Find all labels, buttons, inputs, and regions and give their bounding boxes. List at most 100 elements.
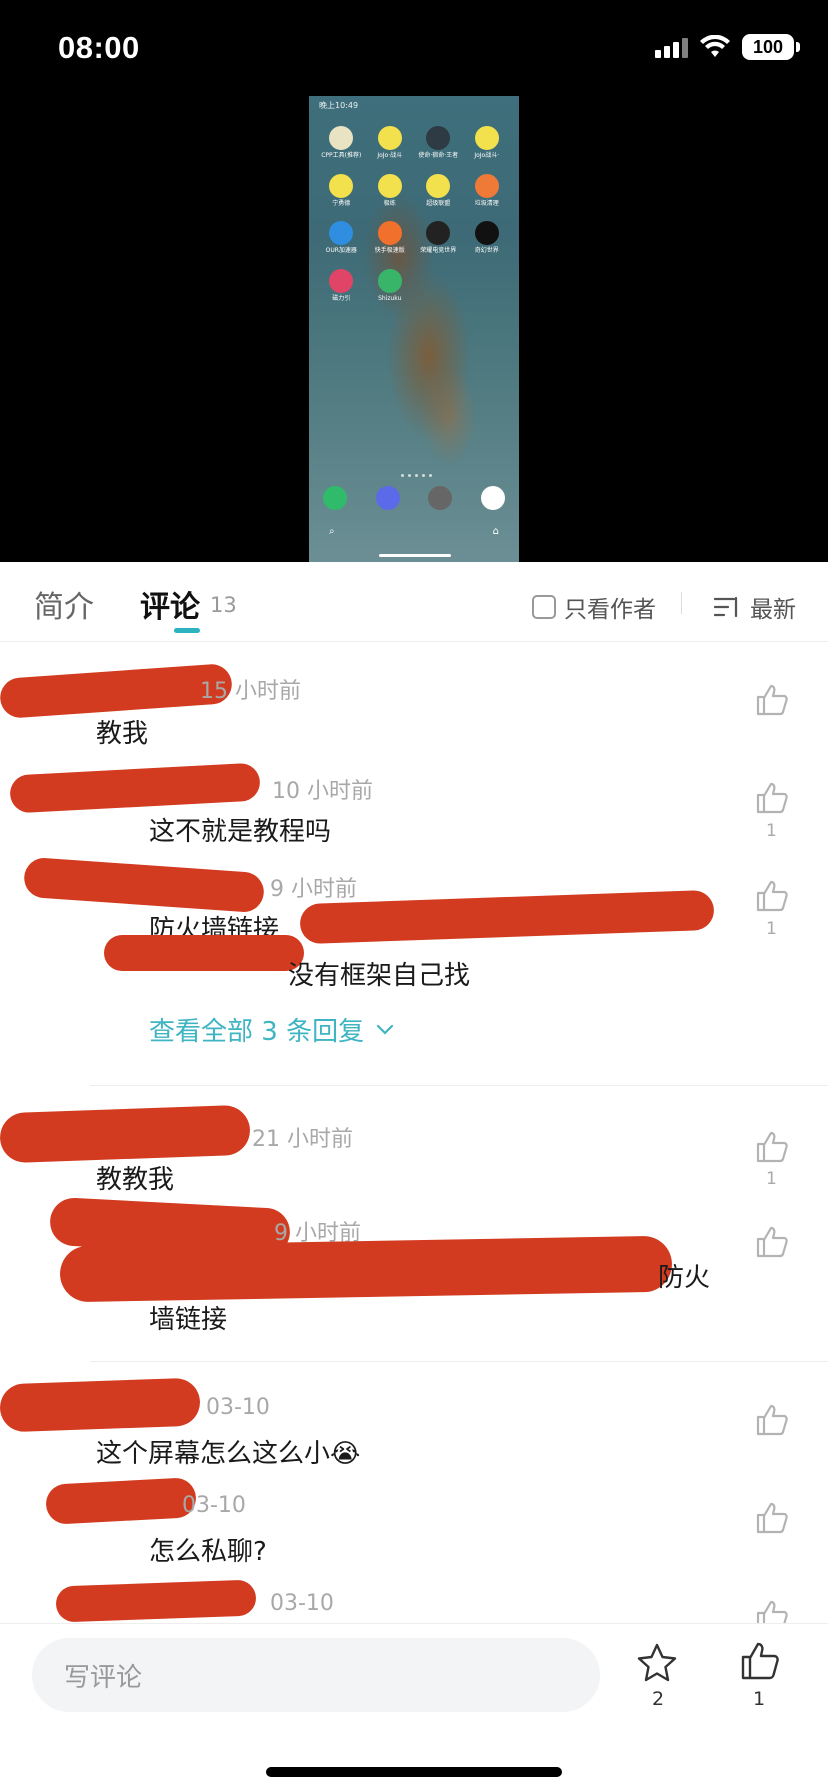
video-app-icon: Shizuku — [366, 268, 415, 303]
video-home-indicator — [379, 554, 451, 557]
app-label: 超级联盟 — [426, 199, 451, 207]
video-app-icon: CPP工具(推荐) — [317, 126, 366, 160]
like-icon[interactable] — [754, 1403, 790, 1437]
bottom-bar: 写评论 2 1 — [0, 1623, 828, 1792]
comment-input[interactable]: 写评论 — [32, 1638, 600, 1712]
like-icon[interactable] — [754, 1599, 790, 1623]
redaction-mark — [104, 935, 304, 971]
redaction-mark — [0, 662, 234, 720]
video-app-icon: OUR加速器 — [317, 221, 366, 255]
video-app-icon: 超级联盟 — [414, 173, 463, 208]
redaction-mark — [299, 889, 715, 945]
video-app-icon: JoJo·战斗 — [366, 126, 415, 160]
like-icon[interactable] — [754, 683, 790, 717]
app-icon — [329, 173, 354, 198]
tab-active-indicator — [174, 628, 200, 633]
dock-app-icon — [428, 486, 453, 510]
like-icon[interactable] — [754, 1225, 790, 1259]
like-icon[interactable] — [754, 1501, 790, 1535]
comment-text: 教我 — [96, 719, 149, 749]
battery-icon: 100 — [742, 34, 800, 60]
dock-app-icon — [480, 486, 505, 510]
comment-divider — [90, 1361, 828, 1362]
comment-text: 防火 — [658, 1263, 711, 1293]
author-only-toggle[interactable]: 只看作者 — [532, 590, 656, 624]
app-icon — [377, 173, 402, 198]
app-label: 奇幻世界 — [474, 247, 499, 255]
thumbs-up-icon[interactable] — [738, 1640, 780, 1682]
app-label: 宁勇德 — [332, 199, 351, 207]
comment-meta: 9 小时前 — [270, 877, 357, 902]
comment-text-line2: 没有框架自己找 — [288, 961, 471, 991]
author-only-label: 只看作者 — [564, 597, 656, 623]
app-icon — [329, 221, 354, 246]
video-app-icon: 磁力引 — [317, 268, 366, 303]
redaction-mark — [55, 1579, 257, 1623]
search-icon: ⌕ — [329, 526, 335, 537]
comment-meta: 03-10 — [182, 1493, 246, 1518]
app-label: 垃圾清理 — [474, 199, 499, 207]
app-icon — [377, 126, 402, 150]
redaction-mark — [59, 1235, 673, 1303]
app-label: CPP工具(推荐) — [321, 152, 362, 159]
video-app-icon: 极练 — [366, 173, 415, 208]
author-only-checkbox[interactable] — [532, 595, 556, 619]
video-app-grid: CPP工具(推荐) JoJo·战斗 使命·宿命·王者 JoJo战斗· 宁勇德 极练 超级联盟… — [317, 126, 511, 302]
comment-meta: 15 小时前 — [200, 679, 301, 704]
comment-text: 教教我 — [96, 1165, 175, 1195]
comments-count: 13 — [210, 593, 237, 617]
like-count: 1 — [766, 821, 777, 841]
redaction-mark — [9, 762, 261, 814]
view-all-replies-label: 查看全部 3 条回复 — [149, 1017, 365, 1047]
comment-text: 这个屏幕怎么这么小😭 — [96, 1439, 361, 1469]
view-all-replies-link[interactable]: 查看全部 3 条回复 — [149, 1011, 394, 1048]
dock-app-icon — [375, 486, 400, 510]
app-label: 磁力引 — [332, 294, 351, 302]
comment-list: 15 小时前 教我 10 小时前 这不就是教程吗 1 9 小时前 防火墙链接 没… — [0, 643, 828, 1623]
app-icon — [329, 268, 354, 293]
video-app-icon: 使命·宿命·王者 — [414, 126, 463, 160]
chevron-down-icon — [376, 1024, 394, 1035]
wifi-icon — [700, 35, 730, 57]
tab-bar: 简介 评论 13 只看作者 最新 — [0, 562, 828, 642]
star-icon[interactable] — [636, 1642, 678, 1684]
app-label: 荣耀电竞世界 — [420, 247, 457, 255]
divider — [681, 592, 682, 614]
sort-button[interactable]: 最新 — [714, 590, 796, 624]
page-dots — [401, 474, 432, 477]
app-label: 使命·宿命·王者 — [418, 152, 459, 159]
comment-divider — [90, 1085, 828, 1086]
signal-icon — [655, 36, 688, 58]
status-time: 08:00 — [58, 30, 140, 65]
tab-comments[interactable]: 评论 — [140, 582, 200, 626]
app-label: 快手极速版 — [374, 247, 405, 255]
app-icon — [377, 268, 402, 293]
video-app-icon: 宁勇德 — [317, 173, 366, 208]
like-icon[interactable] — [754, 879, 790, 913]
video-app-icon: JoJo战斗· — [463, 126, 512, 160]
app-icon — [426, 126, 451, 150]
likes-count: 1 — [753, 1688, 766, 1710]
video-area: 08:00 100 晚上10:49 CPP工具(推荐) JoJo·战斗 使命·宿命·… — [0, 0, 828, 562]
app-label: OUR加速器 — [325, 247, 357, 255]
video-bottom-icons: ⌕ ⌂ — [329, 526, 499, 537]
comment-meta: 10 小时前 — [272, 779, 373, 804]
comment-meta: 03-10 — [206, 1395, 270, 1420]
app-label: 极练 — [383, 199, 396, 207]
comment-text: 这不就是教程吗 — [149, 817, 332, 847]
status-icons: 100 — [655, 34, 800, 60]
tab-intro[interactable]: 简介 — [34, 582, 94, 626]
app-icon — [426, 173, 451, 198]
like-icon[interactable] — [754, 1130, 790, 1164]
redaction-mark — [45, 1477, 197, 1525]
comment-text-line2: 墙链接 — [149, 1305, 228, 1335]
comment-meta: 21 小时前 — [252, 1127, 353, 1152]
sort-icon — [714, 596, 738, 618]
video-player[interactable]: 晚上10:49 CPP工具(推荐) JoJo·战斗 使命·宿命·王者 JoJo战斗· 宁… — [309, 96, 519, 562]
like-icon[interactable] — [754, 781, 790, 815]
nav-icon: ⌂ — [492, 526, 499, 537]
redaction-mark — [0, 1377, 201, 1433]
app-label: Shizuku — [378, 294, 402, 302]
favorites-count: 2 — [652, 1688, 665, 1710]
video-status-text: 晚上10:49 — [319, 101, 359, 110]
